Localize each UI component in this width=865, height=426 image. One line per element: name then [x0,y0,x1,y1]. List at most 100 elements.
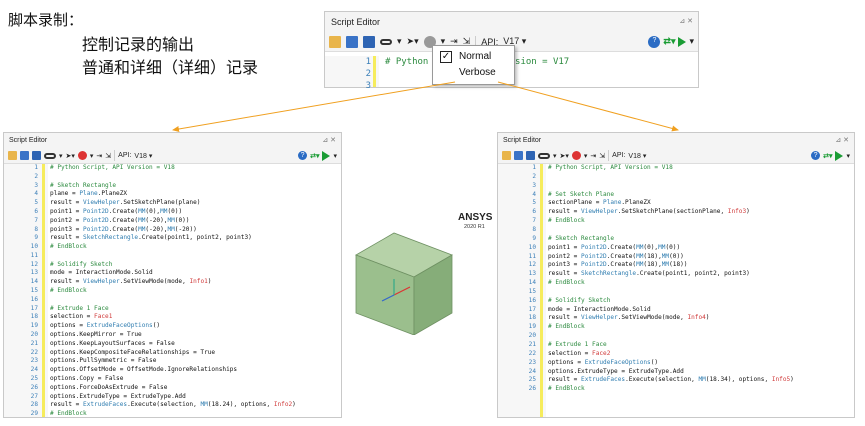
chevron-down-icon[interactable]: ▾ [553,152,557,160]
run-icon[interactable] [322,150,331,161]
script-output-icon[interactable]: ⇄▾ [823,152,832,160]
line-number: 5 [532,199,536,207]
code-line: mode = InteractionMode.Solid [548,305,651,313]
line-number: 10 [30,243,38,251]
editor-title: Script Editor ⊿ ✕ [498,133,854,148]
line-number: 7 [532,217,536,225]
save-icon[interactable] [20,151,29,160]
help-icon[interactable]: ? [298,151,308,160]
line-number: 26 [30,383,38,391]
code-line: # Sketch Rectangle [548,234,615,242]
code-line: point2 = Point2D.Create(MM(18),MM(0)) [548,252,684,260]
line-number: 20 [30,331,38,338]
run-icon[interactable] [678,36,687,47]
chevron-down-icon[interactable]: ▾ [397,36,402,47]
editor-title-text: Script Editor [503,137,542,144]
api-version-select[interactable]: V18 ▾ [628,152,646,160]
editor-title: Script Editor ⊿ ✕ [325,12,698,32]
line-number: 20 [528,332,536,340]
pin-icon[interactable]: ⊿ ✕ [835,133,849,148]
note-line-1: 控制记录的输出 [82,35,195,54]
code-area[interactable]: 1 # Python Script, API Version = V18 2 3 4 # … [498,164,854,417]
code-line: options = ExtrudeFaceOptions() [50,322,161,330]
save-all-icon[interactable] [363,35,375,48]
record-icon[interactable] [77,151,87,160]
save-icon[interactable] [346,35,358,48]
chevron-down-icon[interactable]: ▾ [584,152,588,160]
step-over-icon[interactable]: ⇲ [105,152,111,160]
code-line: point1 = Point2D.Create(MM(0),MM(0)) [548,243,681,251]
chevron-down-icon[interactable]: ▾ [689,36,694,47]
code-line: mode = InteractionMode.Solid [50,269,153,277]
note-title: 脚本录制： [8,11,84,29]
line-number: 9 [532,234,536,242]
menu-item-normal[interactable]: Normal [459,51,491,62]
chevron-down-icon[interactable]: ▾ [333,152,337,160]
line-number: 26 [528,385,536,393]
line-number: 17 [30,304,38,312]
record-mode-menu: ✓ Normal Verbose [432,45,515,85]
chevron-down-icon[interactable]: ▾ [846,152,850,160]
api-version-select[interactable]: V18 ▾ [134,152,152,160]
open-folder-icon[interactable] [329,35,341,48]
line-number: 8 [34,225,38,233]
code-line: sectionPlane = Plane.PlaneZX [548,199,651,207]
changed-lines-bar [540,164,543,417]
step-icon[interactable]: ⇥ [590,152,596,160]
help-icon[interactable]: ? [811,151,821,160]
line-number: 3 [532,181,536,189]
script-output-icon[interactable]: ⇄▾ [310,152,319,160]
code-line: options.ForceDoAsExtrude = False [50,383,168,391]
pin-icon[interactable]: ⊿ ✕ [679,12,693,32]
step-over-icon[interactable]: ⇲ [599,152,605,160]
step-icon[interactable]: ⇥ [96,152,102,160]
editor-title-text: Script Editor [9,137,48,144]
select-arrow-icon[interactable]: ➤▾ [560,152,569,160]
editor-title-text: Script Editor [331,17,381,27]
save-all-icon[interactable] [32,151,41,160]
code-line: # Solidify Sketch [548,296,611,304]
separator [114,150,116,161]
chevron-down-icon[interactable]: ▾ [59,152,63,160]
toolbar: ▾ ➤▾ ▾ ⇥ ⇲ API: V18 ▾ ? ⇄▾ ▾ [4,148,341,164]
save-icon[interactable] [514,151,523,160]
note-line-2: 普通和详细（详细）记录 [82,58,259,77]
save-all-icon[interactable] [526,151,535,160]
code-line: point3 = Point2D.Create(MM(-20),MM(-20)) [50,225,197,233]
link-icon[interactable] [380,38,392,45]
record-icon[interactable] [571,151,581,160]
script-output-icon[interactable]: ⇄▾ [663,36,675,47]
api-version-value: V18 [134,152,147,160]
code-line: options.KeepLayoutSurfaces = False [50,339,175,347]
code-line: result = ViewHelper.SetViewMode(mode, In… [50,278,212,286]
code-line: result = ExtrudeFaces.Execute(selection,… [548,376,794,384]
line-number: 24 [30,366,38,374]
open-folder-icon[interactable] [502,151,511,160]
line-number: 19 [30,322,38,330]
open-folder-icon[interactable] [8,151,17,160]
chevron-down-icon[interactable]: ▾ [90,152,94,160]
line-number: 6 [532,208,536,216]
arrow-to-verbose [497,81,679,132]
line-number: 25 [30,374,38,382]
code-line: # EndBlock [548,217,585,225]
pin-icon[interactable]: ⊿ ✕ [322,133,336,148]
select-arrow-icon[interactable]: ➤▾ [407,36,419,47]
line-number: 23 [528,358,536,366]
line-number: 5 [34,199,38,207]
menu-item-verbose[interactable]: Verbose [459,67,496,78]
help-icon[interactable]: ? [648,35,661,48]
line-number: 2 [34,172,38,180]
select-arrow-icon[interactable]: ➤▾ [66,152,75,160]
link-icon[interactable] [538,152,550,159]
line-number: 3 [34,181,38,189]
line-number: 14 [528,279,536,287]
code-line: # Python Script, API Version = V18 [548,164,673,171]
code-line: result = ViewHelper.SetSketchPlane(plane… [50,199,201,207]
code-line: # EndBlock [50,287,87,295]
code-area[interactable]: 1 # Python Script, API Version = V18 2 3 # S… [4,164,341,417]
link-icon[interactable] [44,152,56,159]
run-icon[interactable] [835,150,844,161]
api-version-value: V18 [628,152,641,160]
code-line: selection = Face2 [548,349,611,357]
